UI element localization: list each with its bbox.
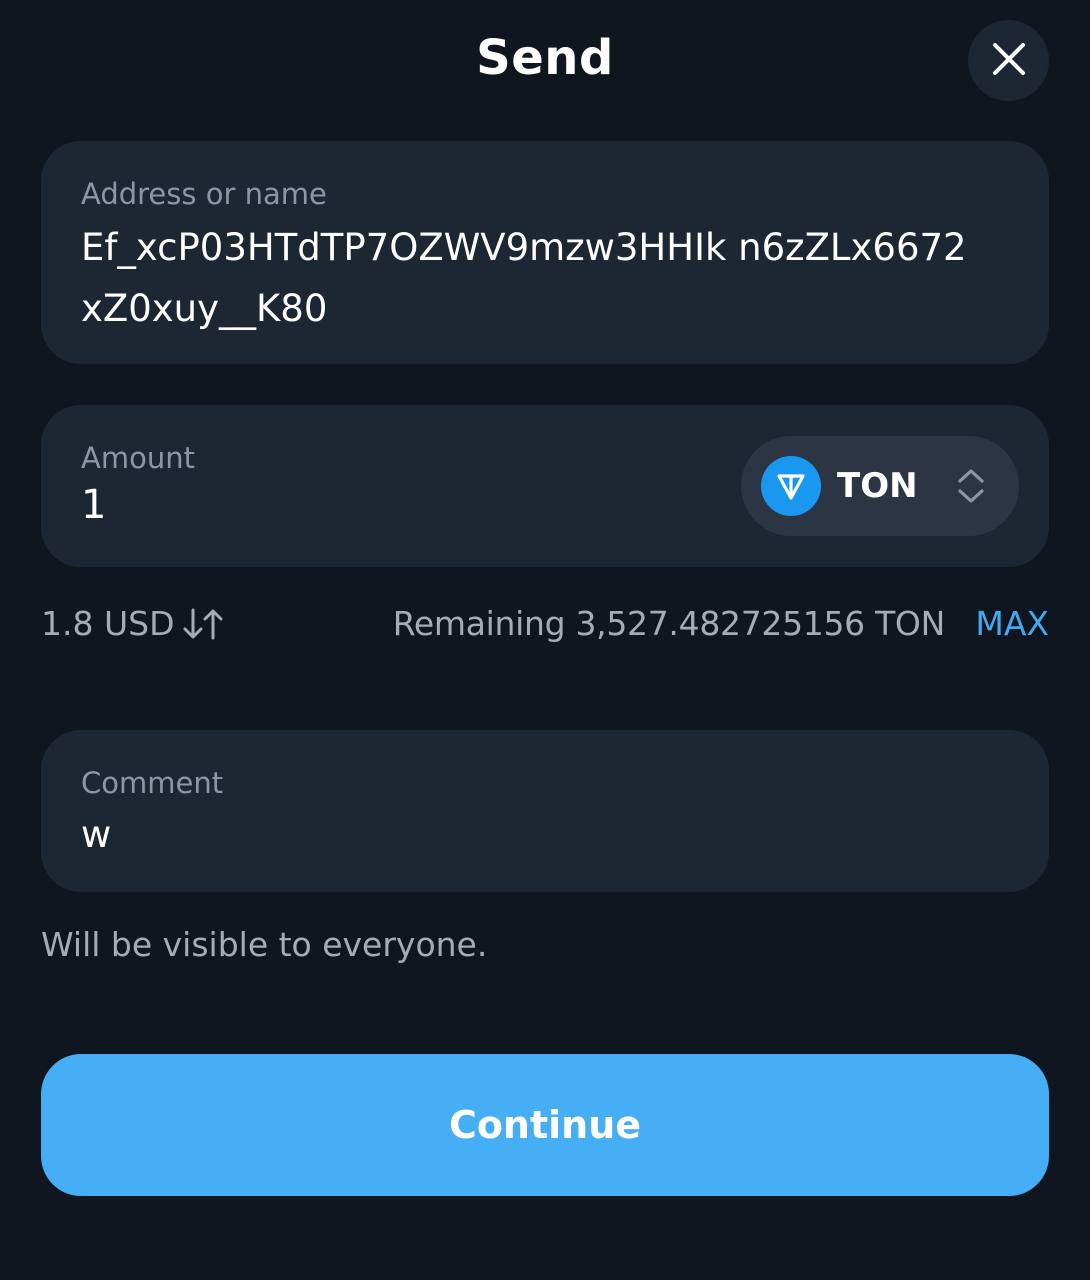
amount-input[interactable]: 1	[81, 475, 581, 536]
amount-info-row: 1.8 USD Remaining 3,527.482725156 TON MA…	[41, 604, 1049, 654]
address-input[interactable]: Ef_xcP03HTdTP7OZWV9mzw3HHIk n6zZLx6672xZ…	[81, 217, 981, 339]
comment-field[interactable]: Comment w	[41, 730, 1049, 892]
address-label: Address or name	[81, 177, 327, 211]
page-title: Send	[476, 30, 614, 86]
remaining-balance: Remaining 3,527.482725156 TON	[392, 604, 946, 643]
amount-label: Amount	[81, 441, 195, 475]
token-name: TON	[837, 466, 918, 506]
fiat-toggle[interactable]: 1.8 USD	[41, 604, 224, 643]
chevron-up-down-icon	[956, 466, 986, 506]
fiat-value: 1.8 USD	[41, 604, 175, 643]
ton-logo-icon	[761, 456, 821, 516]
amount-field[interactable]: Amount 1 TON	[41, 405, 1049, 567]
close-button[interactable]	[968, 20, 1049, 101]
comment-input[interactable]: w	[81, 804, 981, 865]
comment-hint: Will be visible to everyone.	[41, 925, 488, 964]
send-screen: Send Address or name Ef_xcP03HTdTP7OZWV9…	[0, 0, 1090, 1280]
close-icon	[992, 42, 1026, 80]
token-selector[interactable]: TON	[741, 436, 1019, 536]
address-field[interactable]: Address or name Ef_xcP03HTdTP7OZWV9mzw3H…	[41, 141, 1049, 364]
comment-label: Comment	[81, 766, 224, 800]
swap-arrows-icon	[182, 607, 224, 641]
max-button[interactable]: MAX	[975, 604, 1049, 643]
continue-button[interactable]: Continue	[41, 1054, 1049, 1196]
